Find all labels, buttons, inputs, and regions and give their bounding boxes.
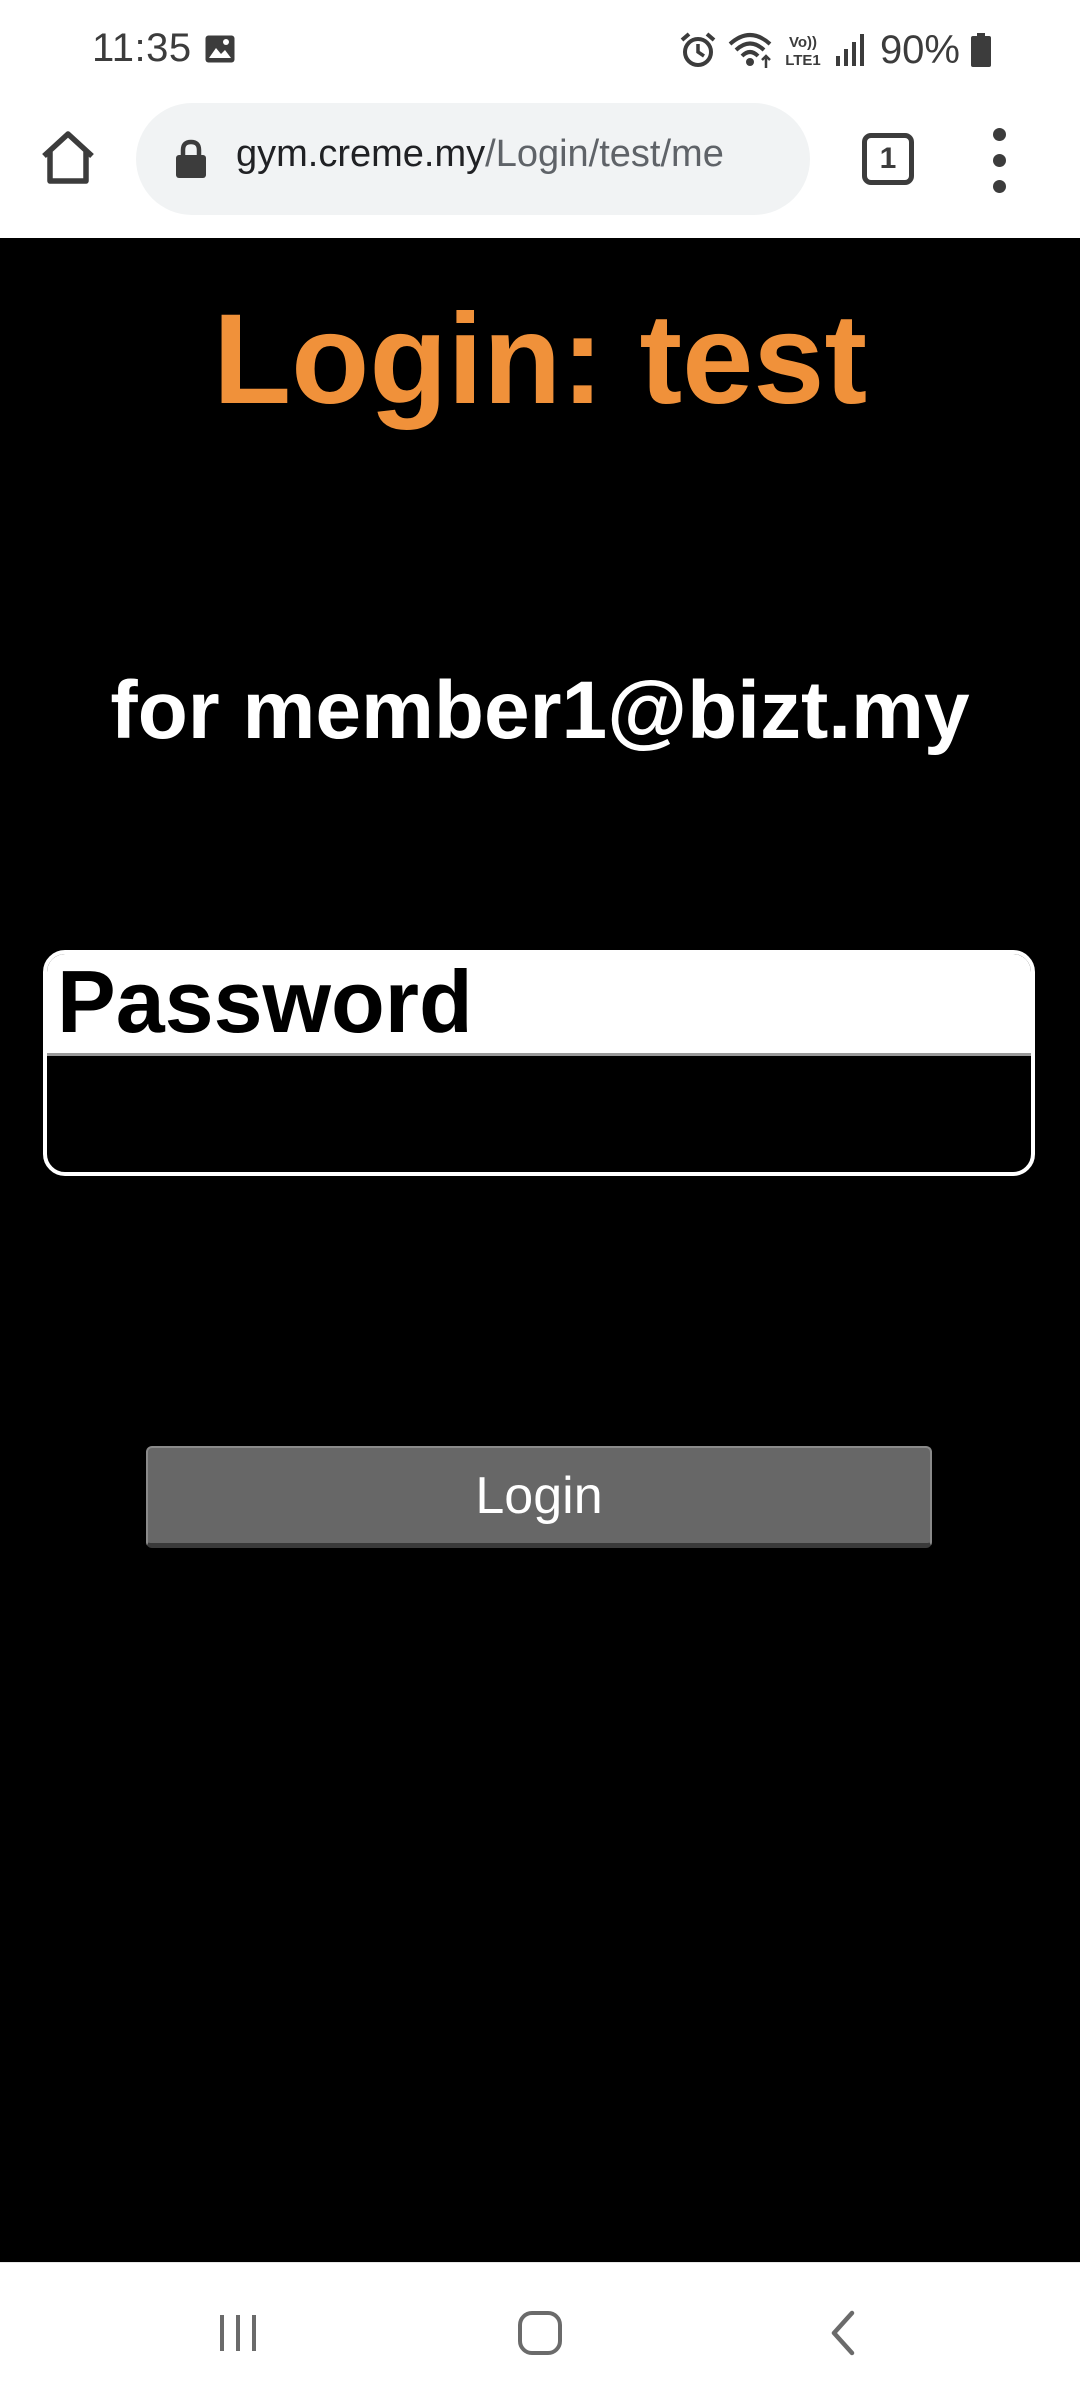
lock-icon	[174, 139, 208, 179]
password-field-group: Password	[43, 950, 1035, 1176]
status-time: 11:35	[92, 26, 192, 70]
status-bar: 11:35 Vo)) LTE1 90%	[0, 0, 1080, 100]
more-vert-icon[interactable]	[976, 124, 1024, 196]
url-path: /Login/test/me	[485, 133, 724, 175]
signal-icon	[834, 32, 866, 68]
member-email-subtitle: for member1@bizt.my	[110, 665, 970, 756]
page-content: Login: test for member1@bizt.my Password…	[0, 238, 1080, 2262]
back-icon	[831, 2310, 855, 2356]
home-button[interactable]	[36, 126, 100, 190]
menu-dot	[993, 128, 1006, 141]
url-domain: gym.creme.my	[236, 133, 486, 175]
recent-apps-icon	[220, 2315, 256, 2351]
status-icons: Vo)) LTE1 90%	[678, 22, 992, 78]
tab-switcher-button[interactable]: 1	[862, 133, 914, 185]
battery-percent: 90%	[879, 27, 960, 72]
back-button[interactable]	[782, 2289, 902, 2375]
login-button[interactable]: Login	[146, 1446, 932, 1548]
recent-apps-button[interactable]	[178, 2289, 298, 2375]
home-icon	[42, 131, 94, 184]
password-input[interactable]	[47, 1056, 1031, 1172]
tab-count: 1	[879, 142, 897, 175]
menu-dot	[993, 180, 1006, 193]
volte-label-2: LTE1	[785, 52, 821, 69]
volte-label-1: Vo))	[789, 34, 817, 51]
battery-icon	[970, 32, 992, 68]
phone-screen: 11:35 Vo)) LTE1 90% gym.creme.my/Login/t…	[0, 0, 1080, 2400]
address-bar[interactable]: gym.creme.my/Login/test/me	[136, 103, 810, 215]
page-title: Login: test	[212, 288, 868, 431]
password-label: Password	[47, 954, 1031, 1056]
alarm-icon	[678, 30, 718, 70]
home-nav-button[interactable]	[480, 2289, 600, 2375]
wifi-icon	[728, 30, 772, 70]
home-nav-icon	[518, 2311, 562, 2355]
volte-icon: Vo)) LTE1	[782, 30, 824, 70]
gallery-icon	[204, 34, 236, 64]
url-text: gym.creme.my/Login/test/me	[236, 133, 796, 176]
menu-dot	[993, 154, 1006, 167]
browser-toolbar: gym.creme.my/Login/test/me 1	[0, 100, 1080, 238]
navigation-bar	[0, 2262, 1080, 2400]
